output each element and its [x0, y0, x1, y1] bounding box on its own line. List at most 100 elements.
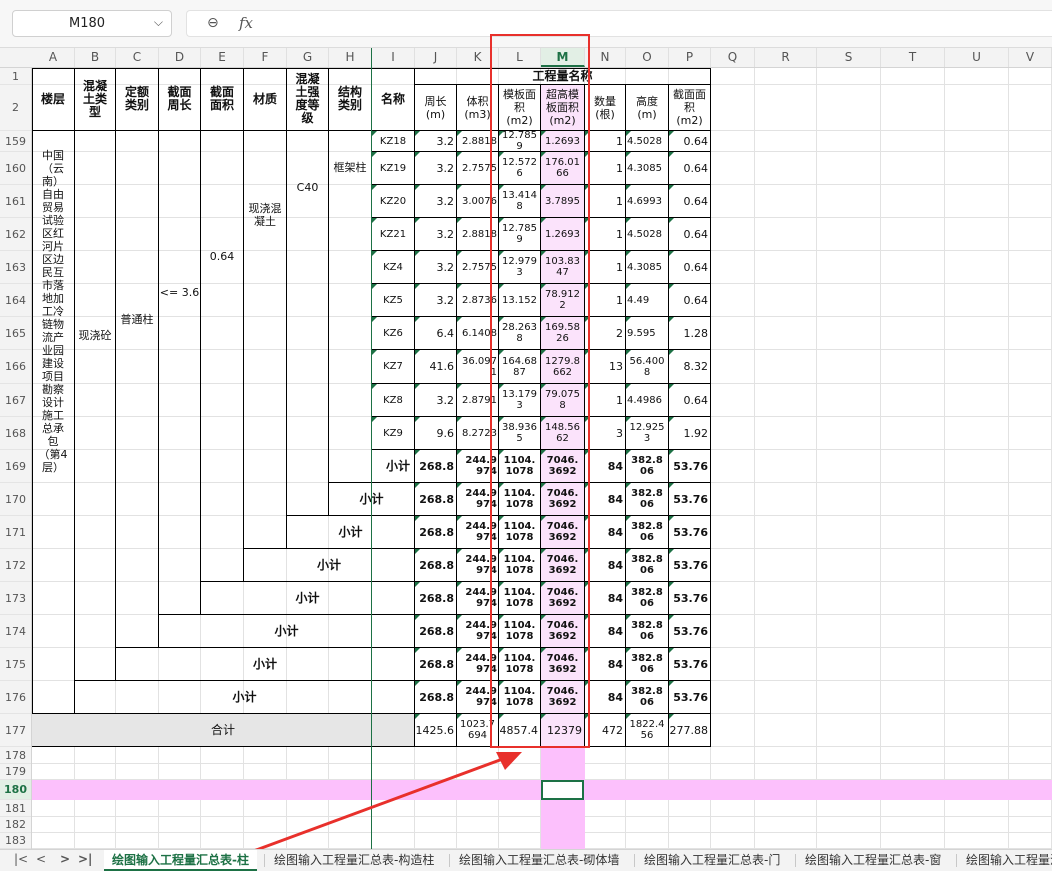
- row-header-2[interactable]: 2: [0, 85, 31, 131]
- column-header-h[interactable]: H: [329, 48, 372, 67]
- subtotal-perimeter[interactable]: 268.8: [415, 549, 457, 582]
- row-header-164[interactable]: 164: [0, 284, 31, 317]
- row-header-162[interactable]: 162: [0, 218, 31, 251]
- row-header-168[interactable]: 168: [0, 417, 31, 450]
- subtotal-volume[interactable]: 244.9 974: [457, 549, 499, 582]
- table-cell-extra-formwork[interactable]: 78.912 2: [541, 284, 585, 317]
- next-sheet-icon[interactable]: >: [60, 852, 70, 866]
- column-header-q[interactable]: Q: [711, 48, 755, 67]
- magnifier-icon[interactable]: ⊖: [207, 15, 219, 31]
- subtotal-label[interactable]: 小计: [201, 582, 415, 615]
- column-header-u[interactable]: U: [945, 48, 1009, 67]
- table-cell-height[interactable]: 4.3085: [626, 251, 669, 284]
- table-cell-volume[interactable]: 2.8736: [457, 284, 499, 317]
- formula-input[interactable]: ⊖ fx: [186, 10, 1052, 37]
- table-cell-extra-formwork[interactable]: 79.075 8: [541, 384, 585, 417]
- table-cell-formwork[interactable]: 12.785 9: [499, 131, 541, 152]
- subtotal-height[interactable]: 382.8 06: [626, 450, 669, 483]
- table-cell-volume[interactable]: 2.7575: [457, 152, 499, 185]
- row-header-177[interactable]: 177: [0, 714, 31, 747]
- subtotal-height[interactable]: 382.8 06: [626, 681, 669, 714]
- cell-material[interactable]: 现浇混凝土: [244, 131, 287, 549]
- table-cell-perimeter[interactable]: 3.2: [415, 218, 457, 251]
- table-cell-volume[interactable]: 2.8818: [457, 131, 499, 152]
- table-row-name[interactable]: KZ6: [372, 317, 415, 350]
- subtotal-perimeter[interactable]: 268.8: [415, 681, 457, 714]
- cell-concrete-type[interactable]: 现浇砼: [75, 131, 116, 681]
- header-name[interactable]: 名称: [372, 68, 415, 131]
- subtotal-extra-formwork[interactable]: 7046. 3692: [541, 582, 585, 615]
- name-box[interactable]: M180 ⌵: [12, 10, 172, 37]
- column-header-o[interactable]: O: [626, 48, 669, 67]
- table-row-name[interactable]: KZ7: [372, 350, 415, 384]
- total-extra-formwork[interactable]: 12379: [541, 714, 585, 747]
- sheet-tab-window[interactable]: 绘图输入工程量汇总表-窗: [797, 850, 949, 871]
- subtotal-count[interactable]: 84: [585, 483, 626, 516]
- table-cell-formwork[interactable]: 13.414 8: [499, 185, 541, 218]
- cell-section-area[interactable]: 0.64: [201, 131, 244, 582]
- total-formwork[interactable]: 4857.4: [499, 714, 541, 747]
- column-header-g[interactable]: G: [287, 48, 329, 67]
- last-sheet-icon[interactable]: >|: [78, 852, 92, 866]
- table-cell-volume[interactable]: 6.1408: [457, 317, 499, 350]
- subtotal-height[interactable]: 382.8 06: [626, 582, 669, 615]
- table-cell-volume[interactable]: 2.8818: [457, 218, 499, 251]
- table-cell-height[interactable]: 9.595: [626, 317, 669, 350]
- subtotal-count[interactable]: 84: [585, 648, 626, 681]
- cell-quota-category[interactable]: 普通柱: [116, 131, 159, 648]
- subtotal-section-area[interactable]: 53.76: [669, 516, 711, 549]
- row-header-167[interactable]: 167: [0, 384, 31, 417]
- table-cell-perimeter[interactable]: 3.2: [415, 251, 457, 284]
- subtotal-perimeter[interactable]: 268.8: [415, 648, 457, 681]
- column-header-i[interactable]: I: [372, 48, 415, 67]
- table-cell-volume[interactable]: 2.7575: [457, 251, 499, 284]
- first-sheet-icon[interactable]: |<: [14, 852, 28, 866]
- subtotal-label[interactable]: 小计: [244, 549, 415, 582]
- table-cell-count[interactable]: 1: [585, 284, 626, 317]
- table-row-name[interactable]: KZ5: [372, 284, 415, 317]
- row-header-183[interactable]: 183: [0, 833, 31, 849]
- column-header-c[interactable]: C: [116, 48, 159, 67]
- table-cell-volume[interactable]: 8.2723: [457, 417, 499, 450]
- table-cell-perimeter[interactable]: 3.2: [415, 131, 457, 152]
- subtotal-height[interactable]: 382.8 06: [626, 615, 669, 648]
- row-header-175[interactable]: 175: [0, 648, 31, 681]
- table-cell-formwork[interactable]: 164.68 87: [499, 350, 541, 384]
- table-cell-count[interactable]: 1: [585, 251, 626, 284]
- table-cell-perimeter[interactable]: 3.2: [415, 284, 457, 317]
- header-material[interactable]: 材质: [244, 68, 287, 131]
- subtotal-height[interactable]: 382.8 06: [626, 516, 669, 549]
- row-header-161[interactable]: 161: [0, 185, 31, 218]
- column-header-a[interactable]: A: [32, 48, 75, 67]
- table-cell-section-area[interactable]: 8.32: [669, 350, 711, 384]
- row-header-182[interactable]: 182: [0, 817, 31, 833]
- prev-sheet-icon[interactable]: <: [36, 852, 46, 866]
- row-header-170[interactable]: 170: [0, 483, 31, 516]
- subtotal-label[interactable]: 小计: [329, 483, 415, 516]
- header-concrete-grade[interactable]: 混凝土强度等级: [287, 68, 329, 131]
- subtotal-volume[interactable]: 244.9 974: [457, 582, 499, 615]
- header-quantity-name[interactable]: 工程量名称: [415, 68, 711, 85]
- table-cell-count[interactable]: 1: [585, 384, 626, 417]
- sheet-tab-structural-column[interactable]: 绘图输入工程量汇总表-构造柱: [266, 850, 442, 871]
- table-cell-count[interactable]: 3: [585, 417, 626, 450]
- row-header-160[interactable]: 160: [0, 152, 31, 185]
- subtotal-volume[interactable]: 244.9 974: [457, 516, 499, 549]
- table-cell-section-area[interactable]: 0.64: [669, 384, 711, 417]
- table-cell-extra-formwork[interactable]: 148.56 62: [541, 417, 585, 450]
- subtotal-label[interactable]: 小计: [287, 516, 415, 549]
- total-volume[interactable]: 1023.7 694: [457, 714, 499, 747]
- sheet-tab-column[interactable]: 绘图输入工程量汇总表-柱: [104, 850, 257, 871]
- cell-perimeter-range[interactable]: <= 3.6: [159, 131, 201, 615]
- cell-structure-type[interactable]: 框架柱: [329, 131, 372, 483]
- table-row-name[interactable]: KZ9: [372, 417, 415, 450]
- column-header-r[interactable]: R: [755, 48, 817, 67]
- subtotal-volume[interactable]: 244.9 974: [457, 681, 499, 714]
- column-header-m[interactable]: M: [541, 48, 585, 67]
- subtotal-section-area[interactable]: 53.76: [669, 549, 711, 582]
- table-cell-section-area[interactable]: 1.92: [669, 417, 711, 450]
- table-cell-formwork[interactable]: 38.936 5: [499, 417, 541, 450]
- fx-icon[interactable]: fx: [239, 14, 253, 32]
- subtotal-volume[interactable]: 244.9 974: [457, 648, 499, 681]
- subtotal-formwork[interactable]: 1104. 1078: [499, 516, 541, 549]
